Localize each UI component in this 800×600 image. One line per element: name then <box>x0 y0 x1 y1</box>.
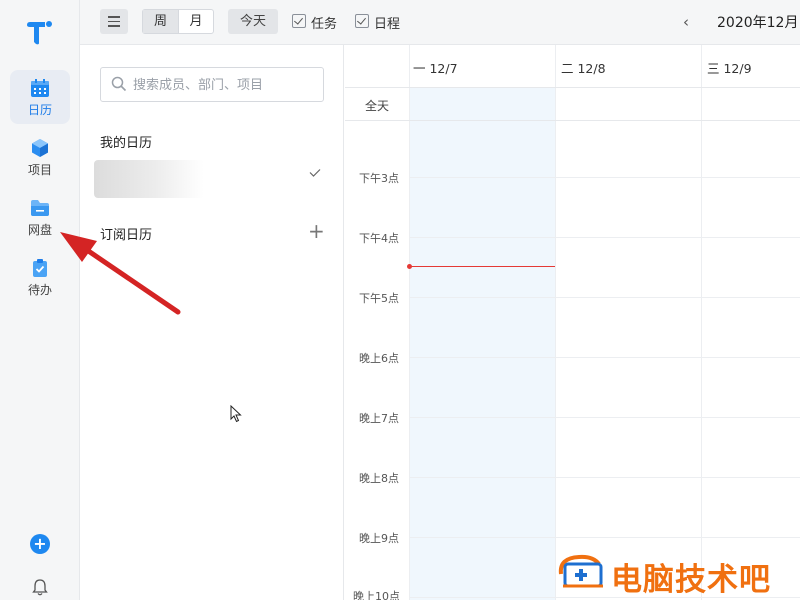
hour-line <box>410 177 800 178</box>
rail-item-project[interactable]: 项目 <box>10 130 70 184</box>
column-divider <box>701 45 702 600</box>
column-divider <box>409 45 410 600</box>
today-column-highlight <box>410 87 555 600</box>
hour-line <box>410 357 800 358</box>
view-month-button[interactable]: 月 <box>178 10 213 33</box>
hour-label: 晚上6点 <box>359 352 399 365</box>
my-calendars-heading: 我的日历 <box>100 136 153 151</box>
hour-line <box>410 537 800 538</box>
column-divider <box>555 45 556 600</box>
rail-item-label: 项目 <box>27 163 52 177</box>
project-cube-icon <box>32 139 48 157</box>
hour-label: 晚上9点 <box>359 532 399 545</box>
check-icon <box>309 169 321 177</box>
search-box[interactable] <box>100 67 324 102</box>
subscribe-add-button[interactable]: + <box>308 221 325 241</box>
current-time-line <box>410 266 555 267</box>
watermark: 电脑技术吧 <box>555 548 800 600</box>
menu-button[interactable] <box>100 9 128 34</box>
my-calendar-item[interactable] <box>94 158 330 202</box>
search-input[interactable] <box>133 75 313 95</box>
week-calendar-grid: 一 12/7 二 12/8 三 12/9 全天 下午3点 下午4点 下午5点 晚… <box>345 45 800 600</box>
app-logo-icon <box>27 21 52 45</box>
task-filter-label: 任务 <box>311 17 338 32</box>
rail-item-calendar[interactable]: 日历 <box>10 70 70 124</box>
hour-label: 晚上7点 <box>359 412 399 425</box>
folder-icon <box>31 200 49 216</box>
day-header[interactable]: 三 12/9 <box>707 58 752 77</box>
current-date-title: 2020年12月 <box>717 15 799 31</box>
rail-item-drive[interactable]: 网盘 <box>10 190 70 244</box>
rail-item-label: 日历 <box>27 103 52 117</box>
calendar-icon <box>31 79 49 97</box>
today-button[interactable]: 今天 <box>228 9 278 34</box>
prev-week-chevron-icon[interactable]: ‹ <box>683 12 697 32</box>
hour-line <box>410 477 800 478</box>
checkbox-checked-icon <box>355 14 369 28</box>
mouse-cursor-icon <box>230 405 242 423</box>
checkbox-checked-icon <box>292 14 306 28</box>
hour-line <box>410 297 800 298</box>
all-day-row[interactable]: 全天 <box>345 87 800 121</box>
hour-label: 晚上10点 <box>353 590 400 600</box>
bell-icon[interactable] <box>32 578 48 596</box>
blurred-calendar-name <box>94 160 204 198</box>
subscribed-calendars-heading: 订阅日历 <box>100 228 153 243</box>
toolbar: 周 月 今天 任务 日程 ‹ 2020年12月 <box>80 0 800 45</box>
watermark-text: 电脑技术吧 <box>611 562 771 598</box>
all-day-label: 全天 <box>365 99 390 113</box>
clipboard-check-icon <box>33 259 47 277</box>
rail-item-label: 网盘 <box>27 223 52 237</box>
calendar-list-panel: 我的日历 订阅日历 + <box>80 45 344 600</box>
hour-label: 晚上8点 <box>359 472 399 485</box>
hour-line <box>410 417 800 418</box>
watermark-logo-icon <box>558 554 603 588</box>
hour-label: 下午3点 <box>359 172 399 185</box>
hour-label: 下午5点 <box>359 292 399 305</box>
view-week-button[interactable]: 周 <box>143 10 178 33</box>
rail-item-label: 待办 <box>27 283 52 297</box>
search-icon <box>111 76 127 92</box>
add-button[interactable]: + <box>30 534 50 554</box>
hour-line <box>410 237 800 238</box>
day-header[interactable]: 二 12/8 <box>561 58 606 77</box>
day-header[interactable]: 一 12/7 <box>413 58 458 77</box>
hour-label: 下午4点 <box>359 232 399 245</box>
schedule-filter-label: 日程 <box>374 17 401 32</box>
view-switcher: 周 月 <box>142 9 214 34</box>
app-nav-rail: 日历 项目 网盘 待办 + <box>0 0 80 600</box>
rail-item-todo[interactable]: 待办 <box>10 250 70 304</box>
